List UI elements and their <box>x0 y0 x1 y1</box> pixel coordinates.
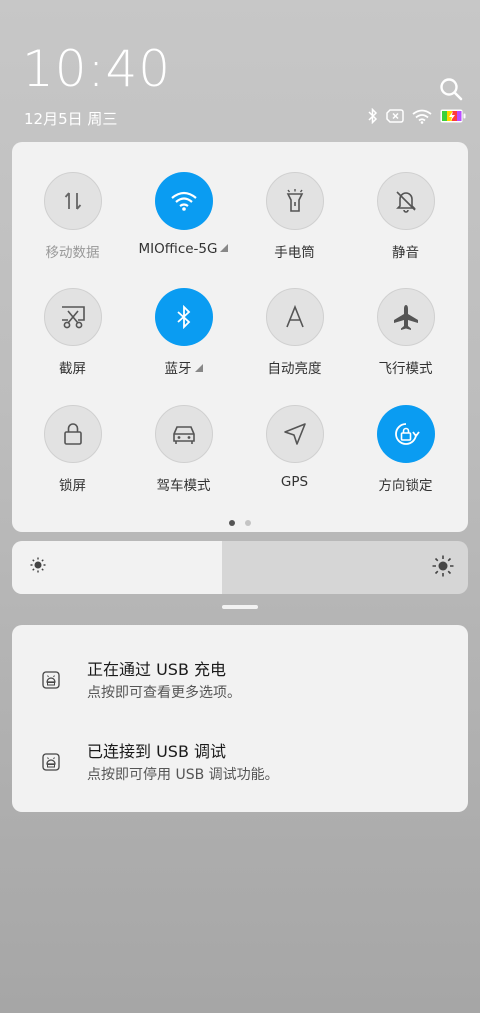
tile-label-text: 蓝牙 <box>164 361 192 377</box>
drag-handle[interactable] <box>222 605 258 609</box>
tile-label: 静音 <box>350 241 461 261</box>
lockscreen-date: 12月5日 周三 <box>24 110 118 128</box>
notification-title: 已连接到 USB 调试 <box>87 742 227 761</box>
tile-location-arrow[interactable]: GPS <box>239 405 350 490</box>
tile-rotation-lock[interactable]: 方向锁定 <box>350 405 461 494</box>
tile-label: 自动亮度 <box>239 357 350 377</box>
tile-label: 蓝牙 <box>128 357 239 377</box>
page-indicator <box>12 520 468 526</box>
expand-corner-icon <box>194 364 203 372</box>
search-icon[interactable] <box>438 76 464 102</box>
brightness-low-icon <box>30 557 46 577</box>
car-icon[interactable] <box>154 405 213 463</box>
tile-silent[interactable]: 静音 <box>350 172 461 261</box>
brightness-high-icon <box>432 555 454 581</box>
android-icon <box>42 671 60 689</box>
tile-label: 飞行模式 <box>350 357 461 377</box>
tile-auto-brightness[interactable]: 自动亮度 <box>239 288 350 377</box>
quick-settings-panel: 移动数据 MIOffice-5G 手电筒 静音截屏 蓝牙 自动亮度 飞行模式锁屏 驾车模式 GP… <box>12 142 468 532</box>
notification-subtitle: 点按即可停用 USB 调试功能。 <box>87 767 279 783</box>
tile-screenshot[interactable]: 截屏 <box>17 288 128 377</box>
tile-label-text: 驾车模式 <box>156 478 211 494</box>
tile-label: 移动数据 <box>17 241 128 261</box>
tile-label: MIOffice-5G <box>128 241 239 257</box>
tile-label: 方向锁定 <box>350 474 461 494</box>
tile-label-text: 静音 <box>392 245 419 261</box>
android-icon <box>42 753 60 771</box>
tile-lock[interactable]: 锁屏 <box>17 405 128 494</box>
tile-label: 锁屏 <box>17 474 128 494</box>
screenshot-icon[interactable] <box>43 288 102 346</box>
tile-label-text: MIOffice-5G <box>138 241 218 257</box>
expand-corner-icon <box>220 244 229 252</box>
status-bar <box>368 108 466 124</box>
page-dot[interactable] <box>245 520 251 526</box>
flashlight-icon[interactable] <box>265 172 324 230</box>
tile-bluetooth[interactable]: 蓝牙 <box>128 288 239 377</box>
mobile-data-icon[interactable] <box>43 172 102 230</box>
silent-icon[interactable] <box>376 172 435 230</box>
tile-car[interactable]: 驾车模式 <box>128 405 239 494</box>
notification-title: 正在通过 USB 充电 <box>87 660 227 679</box>
lockscreen-time: 10:40 <box>22 40 172 98</box>
tile-label: 驾车模式 <box>128 474 239 494</box>
notification-subtitle: 点按即可查看更多选项。 <box>87 685 241 701</box>
wifi-icon[interactable] <box>154 172 213 230</box>
tile-label-text: 飞行模式 <box>378 361 433 377</box>
tile-label-text: GPS <box>280 474 309 490</box>
tile-label-text: 方向锁定 <box>378 478 433 494</box>
notification-card: 正在通过 USB 充电 点按即可查看更多选项。 已连接到 USB 调试 点按即可… <box>12 625 468 812</box>
tile-flashlight[interactable]: 手电筒 <box>239 172 350 261</box>
tile-label-text: 自动亮度 <box>267 361 322 377</box>
tile-label-text: 截屏 <box>59 361 86 377</box>
battery-charging-icon <box>440 109 466 123</box>
tile-airplane[interactable]: 飞行模式 <box>350 288 461 377</box>
brightness-slider[interactable] <box>12 541 468 594</box>
auto-brightness-icon[interactable] <box>265 288 324 346</box>
wifi-icon <box>412 109 432 124</box>
tile-label: 截屏 <box>17 357 128 377</box>
tile-label-text: 手电筒 <box>274 245 315 261</box>
tile-mobile-data[interactable]: 移动数据 <box>17 172 128 261</box>
tile-label: GPS <box>239 474 350 490</box>
page-dot[interactable] <box>229 520 235 526</box>
tile-wifi[interactable]: MIOffice-5G <box>128 172 239 257</box>
bluetooth-icon[interactable] <box>154 288 213 346</box>
tile-label-text: 锁屏 <box>59 478 86 494</box>
tile-label: 手电筒 <box>239 241 350 261</box>
lock-icon[interactable] <box>43 405 102 463</box>
rotation-lock-icon[interactable] <box>376 405 435 463</box>
airplane-icon[interactable] <box>376 288 435 346</box>
tile-label-text: 移动数据 <box>45 245 100 261</box>
bluetooth-icon <box>368 108 378 124</box>
no-sim-icon <box>386 109 404 123</box>
location-arrow-icon[interactable] <box>265 405 324 463</box>
